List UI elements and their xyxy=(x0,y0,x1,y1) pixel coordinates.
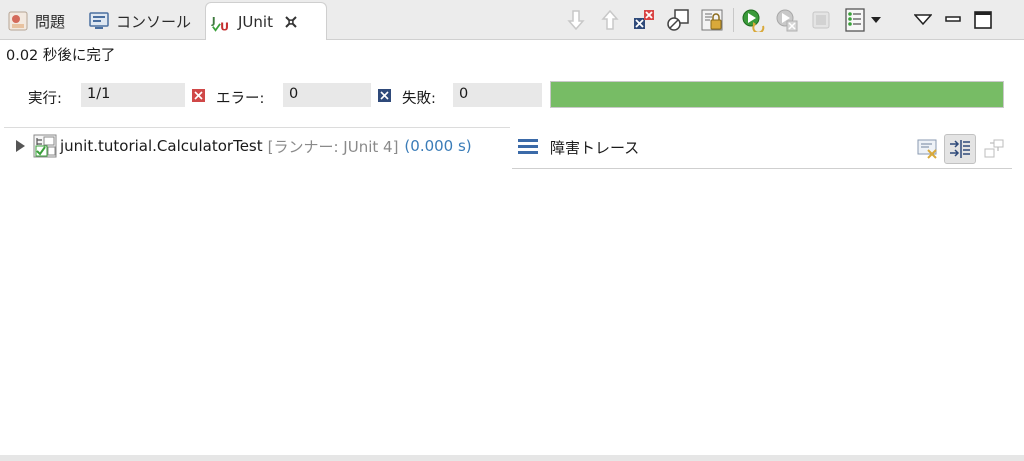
expand-arrow-icon[interactable] xyxy=(14,139,28,153)
failure-trace-header: 障害トレース xyxy=(512,129,1012,169)
minimize-icon[interactable] xyxy=(940,7,966,33)
tree-top-divider xyxy=(4,127,510,128)
progress-bar xyxy=(550,81,1004,108)
rerun-failed-first-icon[interactable] xyxy=(774,7,800,33)
runs-value: 1/1 xyxy=(81,83,185,107)
view-bottom-border xyxy=(0,455,1024,461)
stop-icon[interactable] xyxy=(808,7,834,33)
tree-item[interactable]: junit.tutorial.CalculatorTest [ランナー: JUn… xyxy=(14,134,509,158)
junit-icon: J U xyxy=(211,12,231,32)
tree-item-name: junit.tutorial.CalculatorTest xyxy=(60,137,263,155)
test-suite-passed-icon xyxy=(33,134,57,158)
finished-status: 0.02 秒後に完了 xyxy=(6,48,116,64)
problems-icon xyxy=(8,11,28,31)
svg-text:J: J xyxy=(211,15,216,26)
tab-problems-label: 問題 xyxy=(35,12,66,31)
tab-junit[interactable]: J U JUnit xyxy=(205,2,327,40)
tab-junit-label: JUnit xyxy=(238,12,273,31)
show-failures-only-icon[interactable] xyxy=(631,7,657,33)
failure-icon xyxy=(378,89,391,102)
progress-bar-fill xyxy=(551,82,1003,107)
view-tab-bar: 問題 コンソール J U JUnit xyxy=(0,0,1024,40)
junit-toolbar xyxy=(563,6,1004,34)
tree-item-time: (0.000 s) xyxy=(404,137,472,155)
tab-console-label: コンソール xyxy=(116,12,192,31)
show-skipped-icon[interactable] xyxy=(665,7,691,33)
stack-list-icon xyxy=(518,139,538,155)
errors-label: エラー: xyxy=(216,91,265,107)
filter-stack-icon[interactable] xyxy=(944,134,976,164)
toolbar-separator xyxy=(733,8,734,32)
failure-trace-title: 障害トレース xyxy=(550,139,640,157)
close-tab-icon[interactable] xyxy=(283,14,299,30)
tab-console[interactable]: コンソール xyxy=(89,4,191,38)
next-failure-icon[interactable] xyxy=(563,7,589,33)
history-icon[interactable] xyxy=(842,7,868,33)
error-icon xyxy=(192,89,205,102)
console-icon xyxy=(89,11,109,31)
tab-problems[interactable]: 問題 xyxy=(8,4,65,38)
failures-value: 0 xyxy=(453,83,542,107)
errors-value: 0 xyxy=(283,83,371,107)
previous-failure-icon[interactable] xyxy=(597,7,623,33)
history-dropdown-icon[interactable] xyxy=(870,7,882,33)
failures-label: 失敗: xyxy=(402,91,436,107)
runs-label: 実行: xyxy=(28,91,62,107)
compare-results-icon[interactable] xyxy=(912,134,944,164)
tree-item-runner: [ランナー: JUnit 4] xyxy=(267,137,399,156)
maximize-icon[interactable] xyxy=(970,7,996,33)
view-menu-icon[interactable] xyxy=(910,7,936,33)
scroll-lock-icon[interactable] xyxy=(699,7,725,33)
svg-text:U: U xyxy=(220,20,229,33)
rerun-icon[interactable] xyxy=(740,7,766,33)
copy-trace-icon[interactable] xyxy=(978,134,1010,164)
